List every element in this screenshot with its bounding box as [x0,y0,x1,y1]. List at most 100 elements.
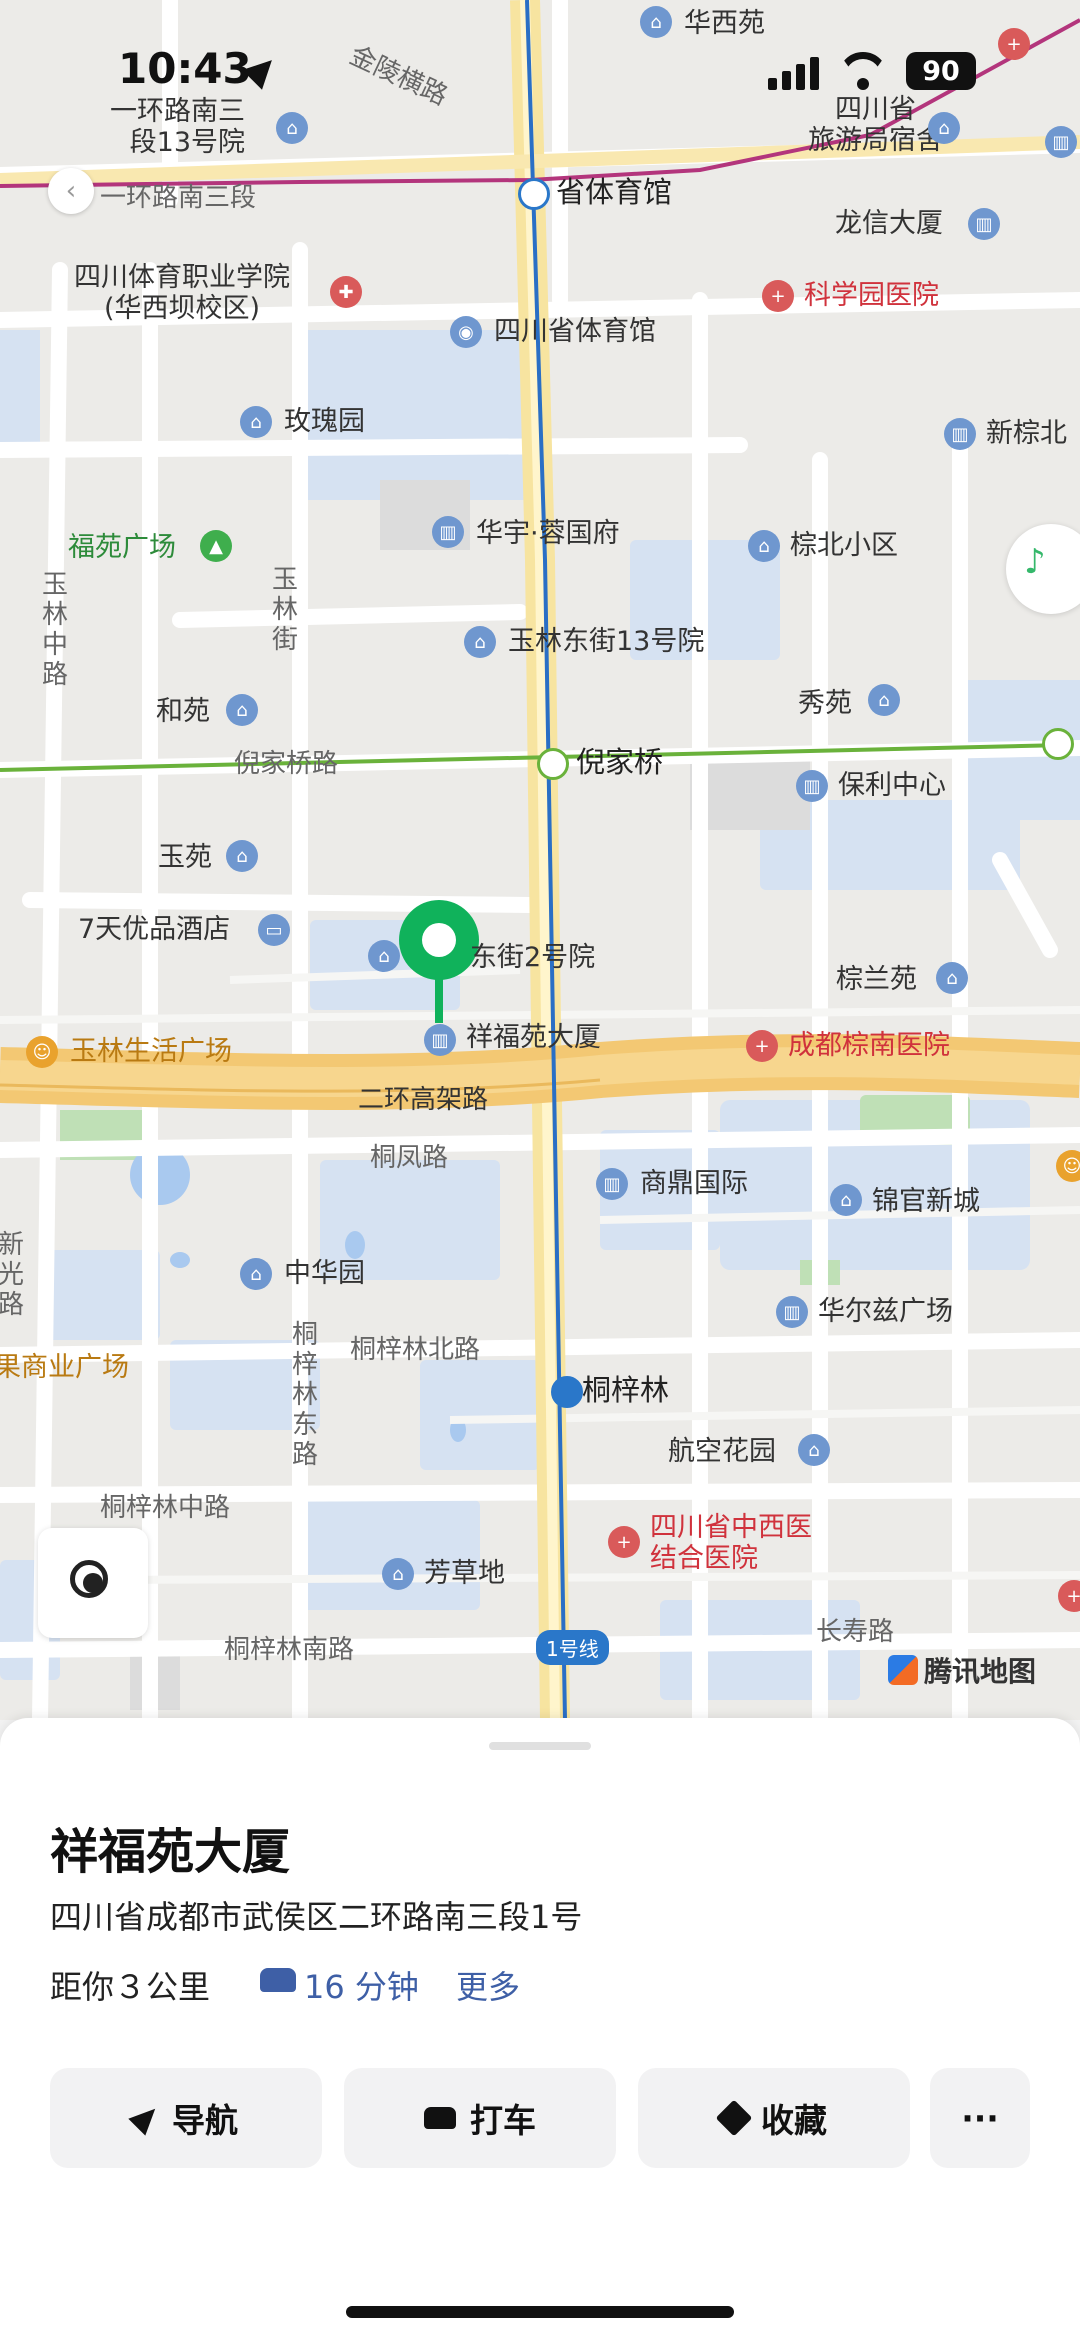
shopping-icon: ☺ [1056,1150,1080,1182]
road-changshou: 长寿路 [816,1617,895,1647]
poi-longxin[interactable]: 龙信大厦 [835,208,943,239]
residential-icon: ⌂ [226,694,258,726]
music-note-icon: ♪ [1024,542,1046,582]
poi-fuyuan-square[interactable]: 福苑广场 [68,532,176,563]
battery-indicator: 90 [906,52,976,90]
taxi-icon [424,2107,456,2129]
poi-zhonghuayuan[interactable]: 中华园 [284,1258,365,1289]
status-time: 10:43 [118,44,252,93]
poi-hotel7[interactable]: 7天优品酒店 [78,914,230,945]
poi-hangkong[interactable]: 航空花园 [668,1436,776,1467]
favorite-label: 收藏 [761,2101,827,2140]
poi-zxy-hospital[interactable]: 四川省中西医 结合医院 [650,1512,812,1574]
sheet-drag-handle[interactable] [489,1742,591,1750]
poi-sports-college[interactable]: 四川体育职业学院 (华西坝校区) [74,262,290,324]
poi-heyuan[interactable]: 和苑 [156,696,210,727]
poi-huaerzi[interactable]: 华尔兹广场 [818,1296,953,1327]
poi-dongjie2[interactable]: 东街2号院 [470,942,595,973]
residential-icon: ⌂ [276,112,308,144]
station-tongzilin[interactable]: 桐梓林 [582,1373,669,1407]
poi-xinzongbei[interactable]: 新棕北 [986,418,1067,449]
poi-xiangfuyuan[interactable]: 祥福苑大厦 [466,1022,601,1053]
residential-icon: ⌂ [868,684,900,716]
station-shengtiyuguan[interactable]: 省体育馆 [556,175,672,209]
building-icon: ▥ [796,770,828,802]
residential-icon: ⌂ [640,6,672,38]
poi-yuyuan[interactable]: 玉苑 [158,842,212,873]
poi-baoli[interactable]: 保利中心 [838,770,946,801]
road-tongfeng: 桐凤路 [370,1143,449,1173]
poi-zonglanyuan[interactable]: 棕兰苑 [836,964,917,995]
home-indicator [346,2306,734,2318]
poi-sichuan-stadium[interactable]: 四川省体育馆 [494,316,656,347]
building-icon: ▥ [432,516,464,548]
station-nijiaqiao[interactable]: 倪家桥 [576,745,663,779]
road-tongzilin-north: 桐梓林北路 [350,1335,481,1365]
drive-time[interactable]: 16 分钟 [304,1962,419,2008]
cube-icon [715,2099,753,2137]
road-nijiaqiao: 倪家桥路 [234,749,339,779]
navigate-button[interactable]: 导航 [50,2068,322,2168]
shopping-icon: ☺ [26,1036,58,1068]
road-tongzilin-east: 桐梓林东路 [291,1320,318,1470]
car-icon [260,1968,296,1992]
poi-zongbei[interactable]: 棕北小区 [790,530,898,561]
metro-station-icon [518,178,550,210]
building-icon: ▥ [1045,126,1077,158]
residential-icon: ⌂ [382,1558,414,1590]
building-icon: ▥ [424,1024,456,1056]
more-options-button[interactable]: ··· [930,2068,1030,2168]
metro-line-badge: 1号线 [536,1630,609,1665]
residential-icon: ⌂ [936,962,968,994]
chevron-left-icon: ‹ [65,176,77,206]
road-erhuan: 二环高架路 [358,1085,489,1115]
poi-shangding[interactable]: 商鼎国际 [640,1168,748,1199]
locate-me-button[interactable] [38,1528,148,1638]
poi-meiguiyuan[interactable]: 玫瑰园 [284,406,365,437]
poi-yihuan13[interactable]: 一环路南三 段13号院 [110,96,245,158]
poi-yulin-13[interactable]: 玉林东街13号院 [508,626,704,657]
school-icon: ✚ [330,276,362,308]
hospital-icon: + [608,1526,640,1558]
road-yulin-zhong: 玉林中路 [41,570,68,690]
ellipsis-icon: ··· [961,2098,999,2138]
cellular-signal-icon [768,56,820,90]
favorite-button[interactable]: 收藏 [638,2068,910,2168]
back-button[interactable]: ‹ [48,168,94,214]
metro-station-icon [551,1376,583,1408]
building-icon: ▥ [776,1296,808,1328]
poi-huaxiyuan[interactable]: 华西苑 [684,8,765,39]
poi-tourism-dorm[interactable]: 四川省 旅游局宿舍 [808,94,943,156]
poi-yulin-life[interactable]: 玉林生活广场 [70,1036,232,1067]
poi-kexueyuan-hospital[interactable]: 科学园医院 [804,280,939,311]
residential-icon: ⌂ [464,626,496,658]
poi-xiuyuan[interactable]: 秀苑 [798,688,852,719]
more-link[interactable]: 更多 [456,1962,520,2008]
navigate-label: 导航 [172,2101,238,2140]
poi-shangye[interactable]: 果商业广场 [0,1352,129,1383]
taxi-button[interactable]: 打车 [344,2068,616,2168]
road-xinguang: 新光路 [0,1230,24,1320]
map-view[interactable]: 10:43 90 ‹ ⌂ 华西苑 金陵横路 一环路南三 段13号院 ⌂ 一环路南… [0,0,1080,1720]
stadium-icon: ◉ [450,316,482,348]
residential-icon: ⌂ [928,112,960,144]
hospital-icon: + [998,28,1030,60]
residential-icon: ⌂ [226,840,258,872]
poi-jinguan[interactable]: 锦官新城 [872,1186,980,1217]
poi-fangcaodi[interactable]: 芳草地 [424,1558,505,1589]
hospital-icon: + [762,280,794,312]
navigation-arrow-icon [128,2100,164,2136]
residential-icon: ⌂ [240,406,272,438]
poi-zongnan-hospital[interactable]: 成都棕南医院 [788,1030,950,1061]
poi-huayu[interactable]: 华宇·蓉国府 [476,518,620,549]
tencent-logo-text: 腾讯地图 [924,1655,1037,1688]
residential-icon: ⌂ [830,1184,862,1216]
wifi-icon [838,52,888,92]
crosshair-dot [83,1573,103,1593]
hotel-icon: ▭ [258,914,290,946]
metro-station-icon [537,748,569,780]
tencent-map-icon [888,1655,918,1685]
residential-icon: ⌂ [240,1258,272,1290]
residential-icon: ⌂ [798,1434,830,1466]
taxi-label: 打车 [470,2101,536,2140]
